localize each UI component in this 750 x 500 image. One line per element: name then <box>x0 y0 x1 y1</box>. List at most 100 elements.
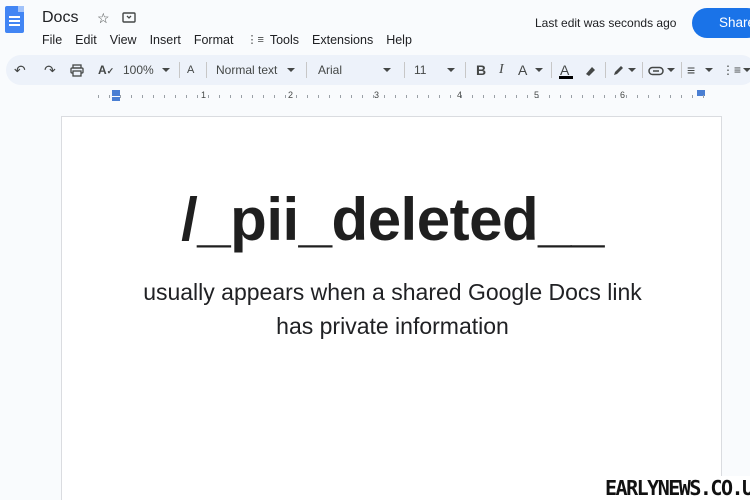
menu-format[interactable]: Format <box>194 32 234 48</box>
ruler-tick <box>186 95 187 98</box>
ruler-tick <box>527 95 528 98</box>
ruler-tick <box>241 95 242 98</box>
text-format-dropdown-icon[interactable] <box>535 68 543 72</box>
toolbar-divider <box>306 62 307 78</box>
last-edit-status[interactable]: Last edit was seconds ago <box>535 16 676 30</box>
font-select[interactable]: Arial <box>318 55 342 85</box>
ruler-tick <box>142 95 143 98</box>
ruler-tick <box>307 95 308 98</box>
ruler-tick <box>175 95 176 98</box>
ruler-tick <box>549 95 550 98</box>
editing-mode-dropdown-icon[interactable] <box>628 68 636 72</box>
link-dropdown-icon[interactable] <box>667 68 675 72</box>
ruler-tick <box>516 95 517 98</box>
paragraph-style-value: Normal text <box>216 63 278 77</box>
ruler-number: 2 <box>288 90 294 100</box>
document-body-line[interactable]: has private information <box>62 313 723 340</box>
share-button[interactable]: Share <box>692 8 750 38</box>
ruler-tick <box>637 95 638 98</box>
ruler-tick <box>626 95 627 98</box>
ruler-tick <box>109 95 110 98</box>
ruler-tick <box>648 95 649 98</box>
undo-icon[interactable]: ↶ <box>14 55 26 85</box>
ruler-tick <box>395 95 396 98</box>
ruler-tick <box>263 95 264 98</box>
ruler-tick <box>582 95 583 98</box>
ruler-number: 3 <box>374 90 380 100</box>
menu-view[interactable]: View <box>110 32 137 48</box>
font-size-select[interactable]: 11 <box>414 55 426 85</box>
text-color-swatch <box>559 76 573 79</box>
bold-icon[interactable]: B <box>476 55 486 85</box>
document-headline[interactable]: /_pii_deleted__ <box>62 185 723 254</box>
ruler-tick <box>428 95 429 98</box>
ruler-tick <box>571 95 572 98</box>
text-format-icon[interactable]: A <box>518 55 527 85</box>
bulleted-list-icon[interactable]: ⋮≡ <box>722 55 741 85</box>
style-dropdown-icon[interactable] <box>287 68 295 72</box>
menu-file[interactable]: File <box>42 32 62 48</box>
ruler-tick <box>681 95 682 98</box>
spellcheck-icon[interactable]: A✓ <box>98 55 114 85</box>
zoom-select[interactable]: 100% <box>123 55 154 85</box>
formatting-toolbar: ↶ ↷ A✓ 100% A Normal text Arial 11 B I A… <box>6 55 750 85</box>
zoom-dropdown-icon[interactable] <box>162 68 170 72</box>
first-line-indent-marker[interactable] <box>112 97 120 101</box>
menu-edit[interactable]: Edit <box>75 32 97 48</box>
ruler-tick <box>153 95 154 98</box>
docs-logo-icon[interactable] <box>5 6 24 33</box>
italic-icon[interactable]: I <box>499 55 504 85</box>
font-size-dropdown-icon[interactable] <box>447 68 455 72</box>
ruler-tick <box>384 95 385 98</box>
paragraph-style-select[interactable]: Normal text <box>216 55 277 85</box>
zoom-value: 100% <box>123 63 154 77</box>
menu-insert[interactable]: Insert <box>150 32 181 48</box>
star-icon[interactable]: ☆ <box>97 9 110 27</box>
menu-help[interactable]: Help <box>386 32 412 48</box>
outline-icon[interactable]: ⋮≡ <box>246 32 263 48</box>
left-indent-marker[interactable] <box>112 90 120 96</box>
ruler-tick <box>230 95 231 98</box>
ruler-tick <box>406 95 407 98</box>
move-folder-icon[interactable] <box>122 9 136 27</box>
document-title[interactable]: Docs <box>42 9 78 27</box>
share-button-label: Share <box>719 15 750 30</box>
menu-extensions[interactable]: Extensions <box>312 32 373 48</box>
horizontal-ruler[interactable]: 1 2 3 4 5 6 <box>0 89 750 103</box>
print-icon[interactable] <box>70 55 84 85</box>
redo-icon[interactable]: ↷ <box>44 55 56 85</box>
ruler-tick <box>340 95 341 98</box>
insert-link-icon[interactable] <box>648 55 664 85</box>
ruler-tick <box>461 95 462 98</box>
list-dropdown-icon[interactable] <box>743 68 750 72</box>
text-style-icon[interactable]: A <box>187 55 194 85</box>
menu-tools[interactable]: Tools <box>270 32 299 48</box>
font-dropdown-icon[interactable] <box>383 68 391 72</box>
align-dropdown-icon[interactable] <box>705 68 713 72</box>
ruler-tick <box>98 95 99 98</box>
document-body-line[interactable]: usually appears when a shared Google Doc… <box>62 279 723 306</box>
editing-mode-icon[interactable] <box>612 55 625 85</box>
ruler-tick <box>593 95 594 98</box>
font-size-value: 11 <box>414 63 427 77</box>
ruler-tick <box>351 95 352 98</box>
site-watermark: EARLYNEWS.CO.UK <box>603 476 750 500</box>
ruler-tick <box>318 95 319 98</box>
ruler-tick <box>670 95 671 98</box>
highlight-color-icon[interactable] <box>583 55 597 85</box>
font-value: Arial <box>318 63 343 77</box>
text-color-icon[interactable]: A <box>560 55 569 85</box>
ruler-tick <box>692 95 693 98</box>
app-header: Docs ☆ File Edit View Insert Format ⋮≡ T… <box>0 0 750 52</box>
ruler-tick <box>164 95 165 98</box>
document-page[interactable]: /_pii_deleted__ usually appears when a s… <box>61 116 722 500</box>
ruler-tick <box>494 95 495 98</box>
ruler-tick <box>131 95 132 98</box>
ruler-tick <box>329 95 330 98</box>
toolbar-divider <box>404 62 405 78</box>
ruler-tick <box>362 95 363 98</box>
align-left-icon[interactable]: ≡ <box>687 55 695 85</box>
toolbar-divider <box>605 62 606 78</box>
ruler-tick <box>208 95 209 98</box>
ruler-tick <box>472 95 473 98</box>
